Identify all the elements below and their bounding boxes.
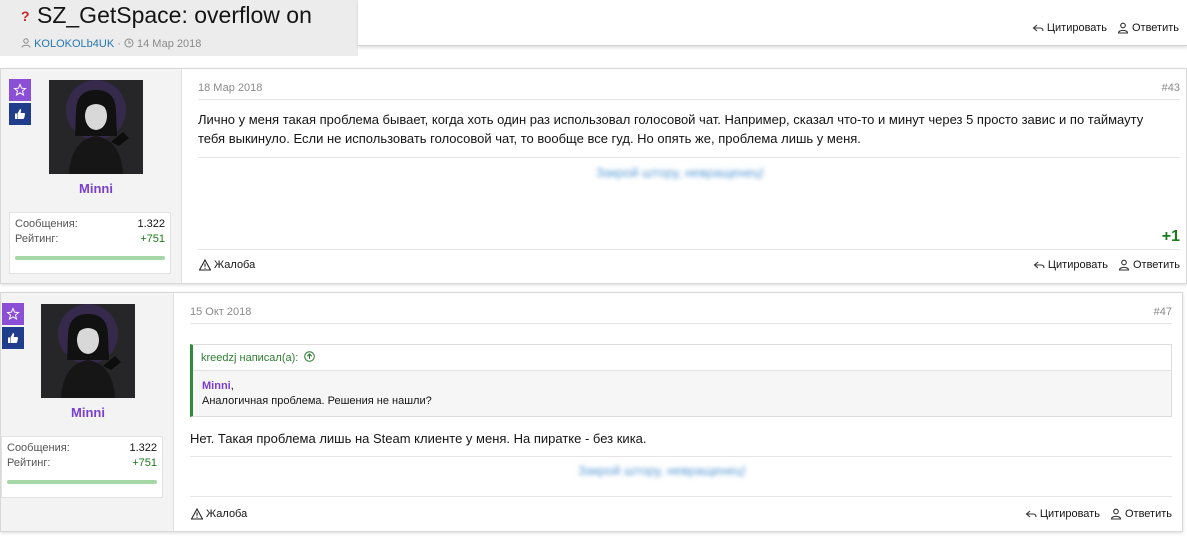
rating-label: Рейтинг: [15, 233, 59, 245]
arrow-up-icon[interactable] [304, 351, 316, 362]
report-button[interactable]: Жалоба [191, 508, 247, 520]
previous-post-footer: Цитировать Ответить [358, 0, 1187, 46]
like-badge[interactable] [9, 103, 31, 125]
username[interactable]: Minni [49, 181, 143, 196]
post-user-sidebar: Minni Сообщения: 1.322 Рейтинг: +751 [1, 69, 182, 283]
messages-label: Сообщения: [7, 442, 70, 454]
username[interactable]: Minni [41, 405, 135, 420]
reaction-score[interactable]: +1 [1162, 228, 1180, 246]
post-43: Minni Сообщения: 1.322 Рейтинг: +751 18 Ма… [0, 68, 1187, 284]
rating-label: Рейтинг: [7, 457, 51, 469]
quote-block: kreedzj написал(а): Minni, Аналогичная п… [190, 344, 1172, 417]
report-button[interactable]: Жалоба [199, 259, 255, 271]
post-number[interactable]: #43 [1162, 82, 1180, 94]
thread-title-text: SZ_GetSpace: overflow on [37, 2, 312, 28]
post-number[interactable]: #47 [1154, 306, 1172, 318]
post-body: Нет. Такая проблема лишь на Steam клиент… [190, 431, 647, 446]
thumbs-up-icon [15, 109, 26, 119]
thread-date: 14 Мар 2018 [137, 38, 202, 50]
thread-title: ? SZ_GetSpace: overflow on [21, 2, 312, 29]
post-date[interactable]: 15 Окт 2018 [190, 306, 251, 318]
user-icon [1110, 508, 1122, 520]
messages-count: 1.322 [137, 218, 165, 230]
thread-meta: KOLOKOLb4UK · 14 Мар 2018 [21, 38, 201, 50]
thread-header: ? SZ_GetSpace: overflow on KOLOKOLb4UK · … [0, 0, 358, 56]
post-user-sidebar: Minni Сообщения: 1.322 Рейтинг: +751 [1, 293, 174, 531]
star-badge[interactable] [2, 303, 24, 325]
rating-value: +751 [132, 457, 157, 469]
messages-label: Сообщения: [15, 218, 78, 230]
clock-icon [124, 38, 137, 50]
quote-button[interactable]: Цитировать [1032, 22, 1107, 34]
post-date[interactable]: 18 Мар 2018 [198, 82, 262, 94]
quote-icon [1032, 24, 1044, 32]
user-stats: Сообщения: 1.322 Рейтинг: +751 [9, 212, 171, 274]
reply-button[interactable]: Ответить [1118, 259, 1180, 271]
rating-value: +751 [140, 233, 165, 245]
user-icon [1118, 259, 1130, 271]
quote-button[interactable]: Цитировать [1025, 508, 1100, 520]
quote-author: kreedzj написал(а): [201, 352, 299, 364]
avatar[interactable] [49, 80, 143, 174]
star-icon [13, 83, 27, 97]
user-icon [1117, 22, 1129, 34]
reply-button[interactable]: Ответить [1117, 22, 1179, 34]
quote-header[interactable]: kreedzj написал(а): [193, 345, 1171, 371]
post-47: Minni Сообщения: 1.322 Рейтинг: +751 15 Ок… [0, 292, 1183, 532]
user-stats: Сообщения: 1.322 Рейтинг: +751 [1, 436, 163, 498]
quote-text: Аналогичная проблема. Решения не нашли? [202, 395, 432, 407]
like-badge[interactable] [2, 327, 24, 349]
messages-count: 1.322 [129, 442, 157, 454]
signature: Закрой штору, невращенец! [596, 165, 765, 180]
reply-button[interactable]: Ответить [1110, 508, 1172, 520]
question-icon: ? [21, 8, 30, 24]
quote-icon [1025, 510, 1037, 518]
thumbs-up-icon [8, 333, 19, 343]
user-icon [21, 38, 34, 50]
rating-bar [15, 256, 165, 260]
star-badge[interactable] [9, 79, 31, 101]
post-body: Лично у меня такая проблема бывает, когд… [198, 112, 1144, 146]
quote-button[interactable]: Цитировать [1033, 259, 1108, 271]
thread-author-link[interactable]: KOLOKOLb4UK [34, 38, 114, 50]
signature: Закрой штору, невращенец! [578, 463, 747, 478]
rating-bar [7, 480, 157, 484]
quoted-username[interactable]: Minni [202, 380, 231, 392]
avatar[interactable] [41, 304, 135, 398]
warning-icon [191, 508, 203, 520]
quote-icon [1033, 261, 1045, 269]
star-icon [6, 307, 20, 321]
warning-icon [199, 259, 211, 271]
